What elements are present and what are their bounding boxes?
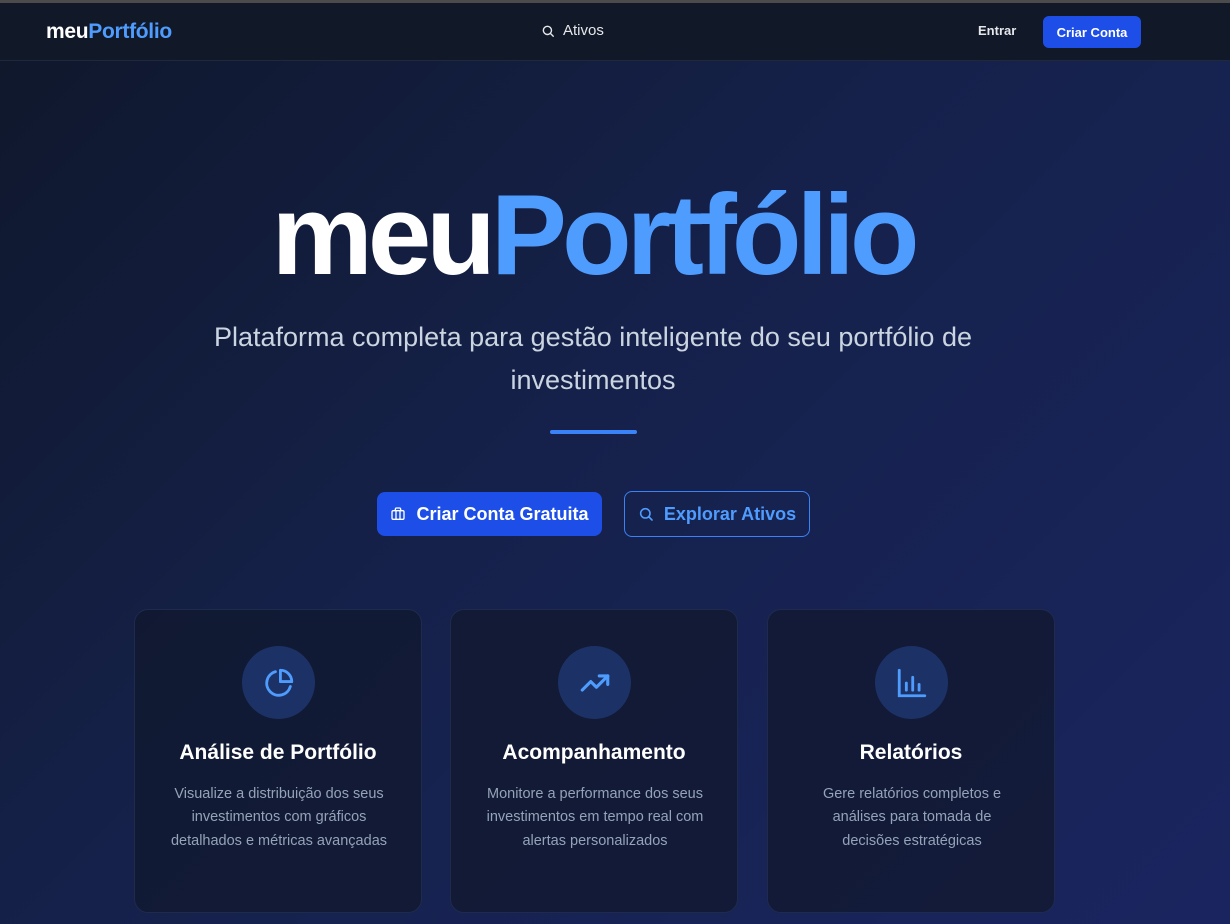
feature-title: Relatórios xyxy=(859,741,963,764)
feature-title: Análise de Portfólio xyxy=(179,741,377,764)
feature-title: Acompanhamento xyxy=(502,741,686,764)
hero-title-part2: Portfólio xyxy=(490,172,920,299)
feature-icon-circle xyxy=(558,646,631,719)
brand-logo-part2: Portfólio xyxy=(88,20,172,43)
login-link[interactable]: Entrar xyxy=(978,23,1016,38)
navbar: meuPortfólio Ativos Entrar Criar Conta xyxy=(0,3,1230,61)
pie-chart-icon xyxy=(264,668,293,697)
search-icon xyxy=(639,507,653,521)
feature-icon-circle xyxy=(242,646,315,719)
feature-card-reports: Relatórios Gere relatórios completos e a… xyxy=(767,609,1055,913)
nav-assets-link[interactable]: Ativos xyxy=(541,22,604,39)
feature-card-tracking: Acompanhamento Monitore a performance do… xyxy=(450,609,738,913)
hero-subtitle: Plataforma completa para gestão intelige… xyxy=(214,322,972,395)
search-icon xyxy=(542,25,554,37)
feature-description: Visualize a distribuição dos seus invest… xyxy=(170,786,388,849)
hero-title-part1: meu xyxy=(271,172,496,299)
brand-logo-part1: meu xyxy=(46,20,89,43)
feature-description: Gere relatórios completos e análises par… xyxy=(822,786,1002,849)
create-free-account-button[interactable]: Criar Conta Gratuita xyxy=(377,492,602,536)
trending-up-icon xyxy=(580,673,609,692)
create-free-account-label: Criar Conta Gratuita xyxy=(416,503,589,524)
feature-icon-circle xyxy=(875,646,948,719)
nav-assets-label: Ativos xyxy=(563,22,604,39)
explore-assets-button[interactable]: Explorar Ativos xyxy=(624,491,810,537)
bar-chart-icon xyxy=(897,668,926,697)
brand-logo[interactable]: meuPortfólio xyxy=(46,20,172,44)
feature-card-portfolio-analysis: Análise de Portfólio Visualize a distrib… xyxy=(134,609,422,913)
feature-description: Monitore a performance dos seus investim… xyxy=(486,786,704,849)
explore-assets-label: Explorar Ativos xyxy=(663,503,797,524)
hero-divider xyxy=(550,430,637,434)
briefcase-icon xyxy=(391,507,406,520)
hero-title: meuPortfólio xyxy=(0,176,1230,296)
signup-button[interactable]: Criar Conta xyxy=(1043,16,1141,48)
